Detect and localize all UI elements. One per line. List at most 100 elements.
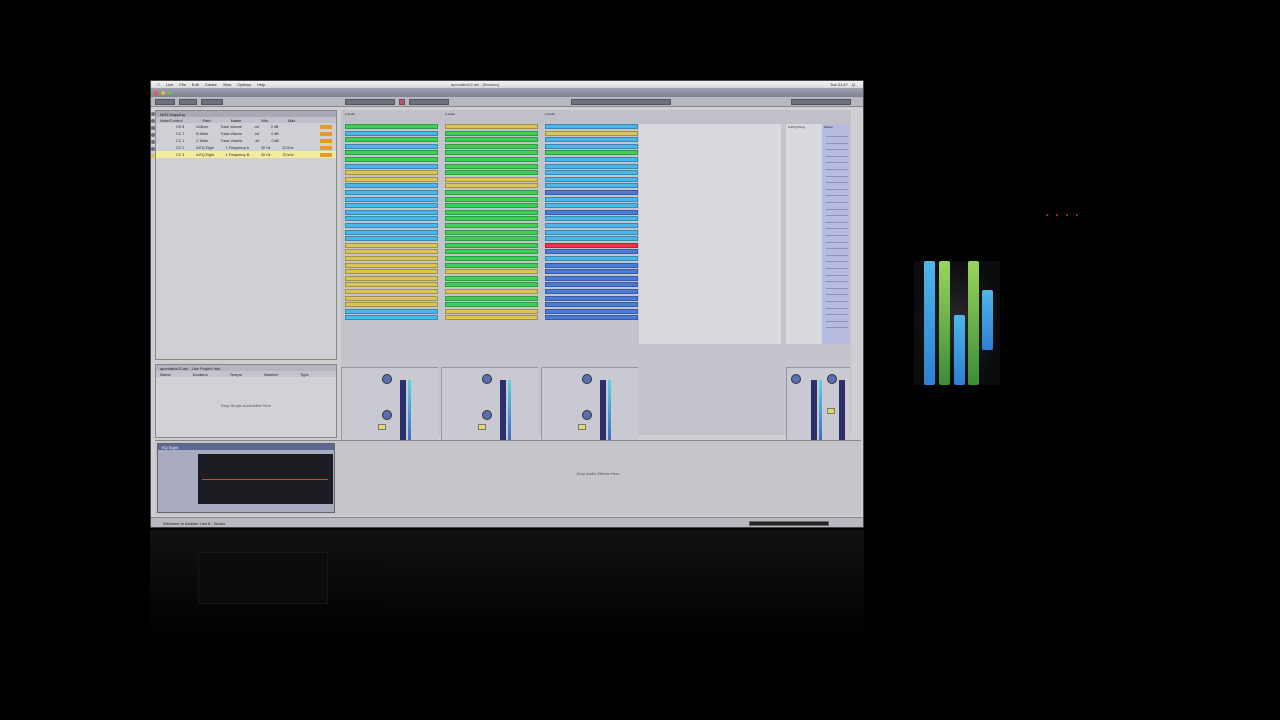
apple-icon[interactable]:  [157, 82, 160, 87]
cue-knob[interactable] [827, 374, 837, 384]
master-activator[interactable] [827, 408, 835, 414]
clip-slot[interactable] [345, 223, 438, 228]
clip-slot[interactable] [345, 124, 438, 129]
clip-slot[interactable] [445, 203, 538, 209]
clip-slot[interactable] [345, 295, 438, 301]
scene-launch[interactable] [826, 323, 848, 329]
clip-slot[interactable] [545, 282, 638, 288]
clip-slot[interactable] [445, 163, 538, 169]
level-meter[interactable] [508, 380, 511, 440]
clip-slot[interactable] [345, 289, 438, 294]
clip-slot[interactable] [345, 137, 438, 143]
scene-launch[interactable] [826, 231, 848, 236]
clip-slot[interactable] [545, 236, 638, 242]
scene-launch[interactable] [826, 185, 848, 190]
pan-knob[interactable] [582, 410, 592, 420]
track-activator[interactable] [378, 424, 386, 430]
clip-slot[interactable] [345, 163, 438, 169]
loop-length-field[interactable] [571, 99, 671, 105]
clip-slot[interactable] [345, 229, 438, 235]
clip-slot[interactable] [545, 308, 638, 314]
volume-fader[interactable] [400, 380, 406, 440]
clip-slot[interactable] [445, 209, 538, 215]
level-meter[interactable] [608, 380, 611, 440]
mapping-row[interactable]: CC 7 B Mixer Track Volume -inf 0 dB [156, 130, 336, 137]
clip-slot[interactable] [545, 275, 638, 281]
info-column-tempo[interactable]: Tempo [230, 372, 242, 377]
send-knob[interactable] [382, 374, 392, 384]
column-name[interactable]: Name [231, 118, 242, 123]
scene-launch[interactable] [826, 152, 848, 157]
clip-slot[interactable] [545, 196, 638, 202]
clip-slot[interactable] [445, 289, 538, 294]
menu-view[interactable]: View [223, 82, 232, 87]
level-meter[interactable] [408, 380, 411, 440]
scene-launch[interactable] [826, 317, 848, 322]
clip-slot[interactable] [345, 256, 438, 261]
clip-slot[interactable] [345, 150, 438, 156]
scene-launch[interactable] [826, 238, 848, 243]
clip-slot[interactable] [545, 229, 638, 235]
clip-slot[interactable] [345, 209, 438, 215]
clip-slot[interactable] [545, 216, 638, 222]
clip-slot[interactable] [445, 196, 538, 202]
scene-launch[interactable] [826, 145, 848, 151]
clip-slot[interactable] [545, 289, 638, 294]
clip-slot[interactable] [445, 229, 538, 235]
scene-launch[interactable] [826, 218, 848, 223]
record-button[interactable] [399, 99, 405, 105]
clip-slot[interactable] [545, 315, 638, 321]
clip-slot[interactable] [445, 275, 538, 281]
clip-slot[interactable] [545, 143, 638, 149]
clip-slot[interactable] [345, 236, 438, 242]
clip-slot[interactable] [545, 223, 638, 228]
device-title-bar[interactable]: EQ Eight [158, 444, 334, 450]
scene-launch[interactable] [826, 211, 848, 217]
scene-launch[interactable] [826, 310, 848, 316]
clip-slot[interactable] [545, 170, 638, 176]
clip-slot[interactable] [345, 269, 438, 275]
cpu-key-midi-field[interactable] [791, 99, 851, 105]
track-activator[interactable] [578, 424, 586, 430]
clip-slot[interactable] [545, 269, 638, 275]
minimize-icon[interactable] [161, 90, 165, 95]
clip-slot[interactable] [545, 163, 638, 169]
clip-slot[interactable] [545, 209, 638, 215]
info-column-number[interactable]: Number [264, 372, 278, 377]
mapping-row[interactable]: CH 8 A Mixer Track Volume -inf 0 dB [156, 123, 336, 130]
scene-launch[interactable] [826, 165, 848, 170]
eq-graph[interactable] [198, 454, 333, 504]
clip-slot[interactable] [445, 308, 538, 314]
info-column-duration[interactable]: Duration [193, 372, 208, 377]
clip-slot[interactable] [445, 262, 538, 268]
scene-launch[interactable] [826, 244, 848, 250]
clip-slot[interactable] [545, 190, 638, 195]
track-title[interactable]: 3 Audio [545, 112, 555, 116]
volume-fader[interactable] [600, 380, 606, 440]
clip-slot[interactable] [345, 157, 438, 162]
scene-launch[interactable] [826, 290, 848, 296]
scene-launch[interactable] [826, 257, 848, 263]
menu-file[interactable]: File [179, 82, 185, 87]
clip-slot[interactable] [445, 282, 538, 288]
clip-slot[interactable] [445, 190, 538, 195]
clip-slot[interactable] [445, 170, 538, 176]
clip-slot[interactable] [345, 242, 438, 248]
clip-slot[interactable] [345, 190, 438, 195]
scene-launch[interactable] [826, 304, 848, 309]
clip-slot[interactable] [345, 275, 438, 281]
clip-slot[interactable] [345, 302, 438, 308]
clip-slot[interactable] [545, 302, 638, 308]
clip-slot[interactable] [345, 315, 438, 321]
master-fader[interactable] [839, 380, 845, 440]
column-note[interactable]: Note/Control [160, 118, 182, 123]
clip-slot[interactable] [345, 176, 438, 182]
menu-edit[interactable]: Edit [192, 82, 199, 87]
volume-fader[interactable] [500, 380, 506, 440]
scene-launch[interactable] [826, 191, 848, 197]
clip-slot[interactable] [545, 203, 638, 209]
tap-button[interactable] [155, 99, 175, 105]
clip-slot[interactable] [445, 269, 538, 275]
clip-slot[interactable] [345, 183, 438, 189]
clip-slot[interactable] [345, 308, 438, 314]
